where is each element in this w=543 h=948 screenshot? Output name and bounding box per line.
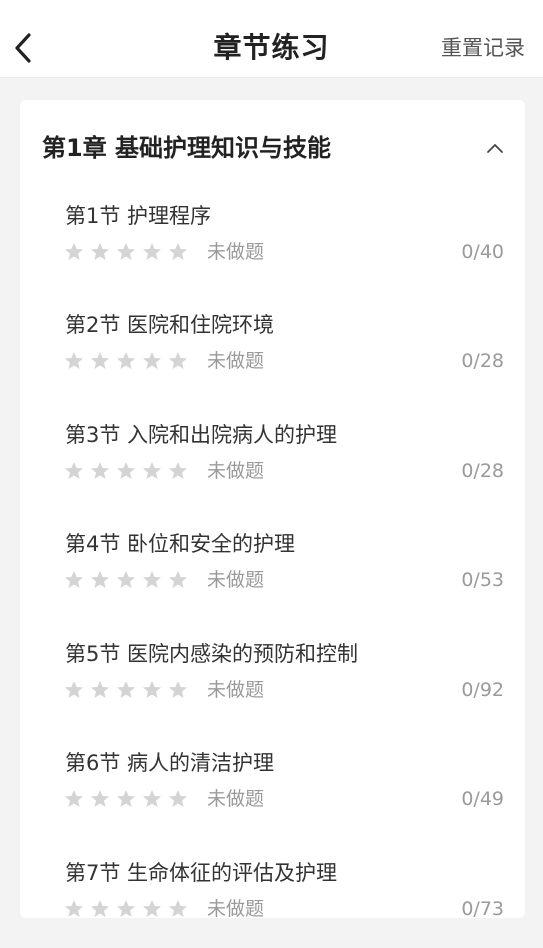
star-icon: [143, 681, 161, 698]
star-icon: [91, 790, 109, 807]
star-icon: [117, 790, 135, 807]
section-title: 第3节 入院和出院病人的护理: [65, 423, 338, 447]
section-item-4[interactable]: 第4节 卧位和安全的护理 未做题 0/53: [20, 528, 525, 628]
section-item-7[interactable]: 第7节 生命体征的评估及护理 未做题 0/73: [20, 857, 525, 918]
reset-record-button[interactable]: 重置记录: [441, 32, 525, 64]
star-icon: [91, 681, 109, 698]
star-rating: [64, 351, 188, 371]
section-item-3[interactable]: 第3节 入院和出院病人的护理 未做题 0/28: [20, 419, 525, 519]
section-item-1[interactable]: 第1节 护理程序 未做题 0/40: [20, 200, 525, 300]
top-nav-bar: 章节练习 重置记录: [0, 0, 543, 78]
back-button[interactable]: [8, 26, 40, 70]
section-item-5[interactable]: 第5节 医院内感染的预防和控制 未做题 0/92: [20, 638, 525, 738]
star-icon: [65, 352, 83, 369]
section-item-2[interactable]: 第2节 医院和住院环境 未做题 0/28: [20, 309, 525, 409]
section-status: 未做题: [207, 241, 265, 263]
star-icon: [169, 790, 187, 807]
section-title: 第6节 病人的清洁护理: [65, 751, 275, 775]
star-icon: [117, 352, 135, 369]
section-status: 未做题: [207, 679, 265, 701]
section-title: 第4节 卧位和安全的护理: [65, 532, 296, 556]
star-rating: [64, 899, 188, 918]
star-icon: [169, 900, 187, 917]
star-icon: [65, 900, 83, 917]
star-icon: [169, 243, 187, 260]
section-progress: 0/40: [461, 241, 504, 263]
section-progress: 0/49: [461, 788, 504, 810]
star-rating: [64, 789, 188, 809]
section-title: 第1节 护理程序: [65, 204, 212, 228]
section-title: 第2节 医院和住院环境: [65, 313, 275, 337]
star-rating: [64, 680, 188, 700]
star-icon: [169, 571, 187, 588]
star-icon: [143, 462, 161, 479]
section-progress: 0/73: [461, 898, 504, 918]
star-icon: [65, 571, 83, 588]
star-icon: [169, 462, 187, 479]
star-icon: [143, 571, 161, 588]
section-title: 第5节 医院内感染的预防和控制: [65, 642, 359, 666]
star-icon: [143, 900, 161, 917]
section-status: 未做题: [207, 350, 265, 372]
star-icon: [91, 462, 109, 479]
star-icon: [65, 462, 83, 479]
star-icon: [169, 681, 187, 698]
chapter-title: 第1章 基础护理知识与技能: [42, 134, 332, 162]
star-icon: [91, 243, 109, 260]
section-status: 未做题: [207, 569, 265, 591]
star-icon: [143, 790, 161, 807]
chapter-card: 第1章 基础护理知识与技能 第1节 护理程序 未做题 0/40 第2节 医院和住…: [20, 100, 525, 918]
section-progress: 0/92: [461, 679, 504, 701]
star-icon: [117, 462, 135, 479]
section-item-6[interactable]: 第6节 病人的清洁护理 未做题 0/49: [20, 747, 525, 847]
star-icon: [117, 243, 135, 260]
section-title: 第7节 生命体征的评估及护理: [65, 861, 338, 885]
star-icon: [143, 352, 161, 369]
section-progress: 0/53: [461, 569, 504, 591]
star-icon: [169, 352, 187, 369]
section-progress: 0/28: [461, 460, 504, 482]
chevron-left-icon: [15, 33, 31, 63]
star-icon: [117, 681, 135, 698]
chapter-header[interactable]: 第1章 基础护理知识与技能: [20, 100, 525, 196]
section-progress: 0/28: [461, 350, 504, 372]
section-status: 未做题: [207, 898, 265, 918]
star-rating: [64, 461, 188, 481]
star-icon: [91, 571, 109, 588]
star-rating: [64, 570, 188, 590]
star-icon: [65, 790, 83, 807]
star-icon: [65, 681, 83, 698]
star-icon: [91, 352, 109, 369]
star-icon: [143, 243, 161, 260]
star-icon: [65, 243, 83, 260]
star-icon: [117, 571, 135, 588]
star-icon: [91, 900, 109, 917]
star-icon: [117, 900, 135, 917]
star-rating: [64, 242, 188, 262]
section-status: 未做题: [207, 788, 265, 810]
chevron-up-icon: [487, 144, 503, 153]
section-status: 未做题: [207, 460, 265, 482]
